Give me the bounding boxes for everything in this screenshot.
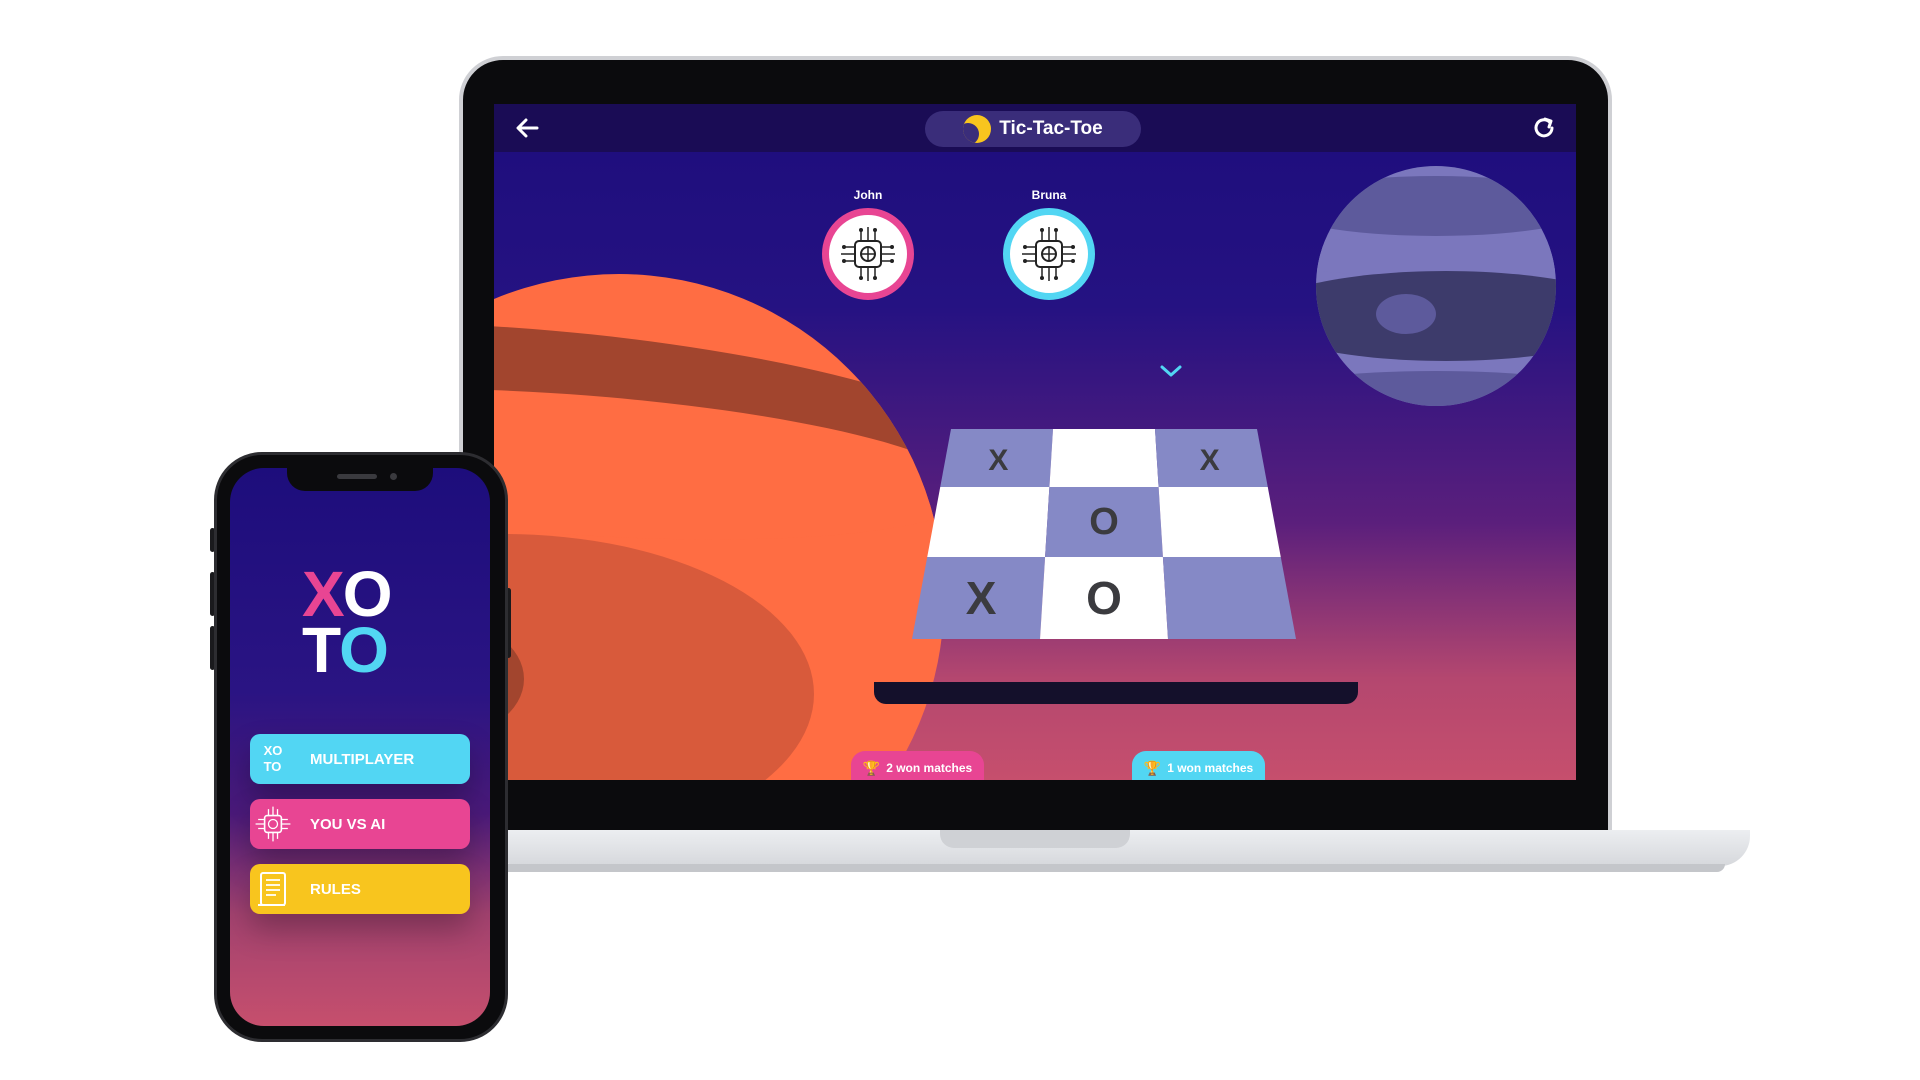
- ai-chip-brain-icon: [1022, 227, 1076, 281]
- board-cell[interactable]: [927, 487, 1050, 557]
- trophy-icon: 🏆: [862, 759, 881, 776]
- board-shadow: [874, 682, 1358, 704]
- player-john: John: [808, 188, 928, 300]
- menu-label: YOU VS AI: [310, 815, 386, 833]
- refresh-icon: [1534, 117, 1554, 138]
- won-matches-label: 2 won matches: [886, 761, 973, 775]
- board-cell[interactable]: [1158, 487, 1281, 557]
- phone-speaker: [337, 474, 377, 479]
- laptop-trackpad-notch: [940, 830, 1130, 848]
- phone-camera: [390, 473, 397, 480]
- mini-logo-line: XO: [263, 743, 283, 758]
- multiplayer-button[interactable]: XO TO MULTIPLAYER: [250, 734, 470, 784]
- won-matches-label: 1 won matches: [1167, 761, 1254, 775]
- tic-tac-toe-logo-icon: [963, 115, 992, 143]
- board-cell[interactable]: [1049, 429, 1159, 487]
- john-won-matches-badge: 🏆 2 won matches: [851, 751, 984, 780]
- logo-letter: T: [302, 614, 341, 686]
- orange-planet-decoration: [494, 274, 944, 780]
- x-mark: X: [988, 444, 1008, 477]
- you-vs-ai-button[interactable]: YOU VS AI: [250, 799, 470, 849]
- player-bruna: Bruna: [989, 188, 1109, 300]
- ai-chip-brain-icon: [841, 227, 895, 281]
- menu-label: MULTIPLAYER: [310, 750, 415, 768]
- back-button[interactable]: [512, 114, 542, 142]
- trophy-icon: 🏆: [1143, 759, 1162, 776]
- ai-chip-icon-graphic: [255, 806, 291, 842]
- game-title-pill: Tic-Tac-Toe: [925, 111, 1141, 147]
- laptop-game-screen: Tic-Tac-Toe John Bruna X X O X O 🏆 2 won…: [494, 104, 1576, 780]
- laptop-base-shadow: [500, 864, 1725, 872]
- phone-menu-screen: X O T O XO TO MULTIPLAYER YOU VS AI RULE…: [230, 468, 490, 1026]
- xoto-mini-icon: XO TO: [250, 734, 296, 784]
- rules-button[interactable]: RULES: [250, 864, 470, 914]
- tic-tac-toe-board: X X O X O: [912, 429, 1296, 639]
- mini-logo-line: TO: [263, 759, 282, 774]
- xoto-logo: X O T O: [302, 562, 422, 686]
- bruna-won-matches-badge: 🏆 1 won matches: [1132, 751, 1265, 780]
- ai-chip-brain-icon: [250, 799, 296, 849]
- restart-button[interactable]: [1530, 114, 1560, 142]
- arrow-left-icon: [516, 118, 539, 138]
- purple-planet-decoration: [1316, 166, 1556, 406]
- player-name: Bruna: [1031, 188, 1067, 202]
- x-mark: X: [1200, 444, 1220, 477]
- menu-label: RULES: [310, 880, 361, 898]
- current-turn-chevron-icon: [1160, 365, 1182, 377]
- player-avatar: [822, 208, 914, 300]
- player-name: John: [853, 188, 883, 202]
- logo-letter: O: [339, 614, 389, 686]
- o-mark: O: [1086, 572, 1122, 624]
- game-title: Tic-Tac-Toe: [999, 118, 1103, 139]
- player-avatar: [1003, 208, 1095, 300]
- scroll-icon-graphic: [258, 872, 286, 906]
- x-mark: X: [966, 572, 997, 624]
- board-cell[interactable]: [1162, 557, 1296, 639]
- rules-scroll-icon: [250, 864, 296, 914]
- o-mark: O: [1089, 501, 1119, 543]
- game-top-bar: Tic-Tac-Toe: [494, 104, 1576, 152]
